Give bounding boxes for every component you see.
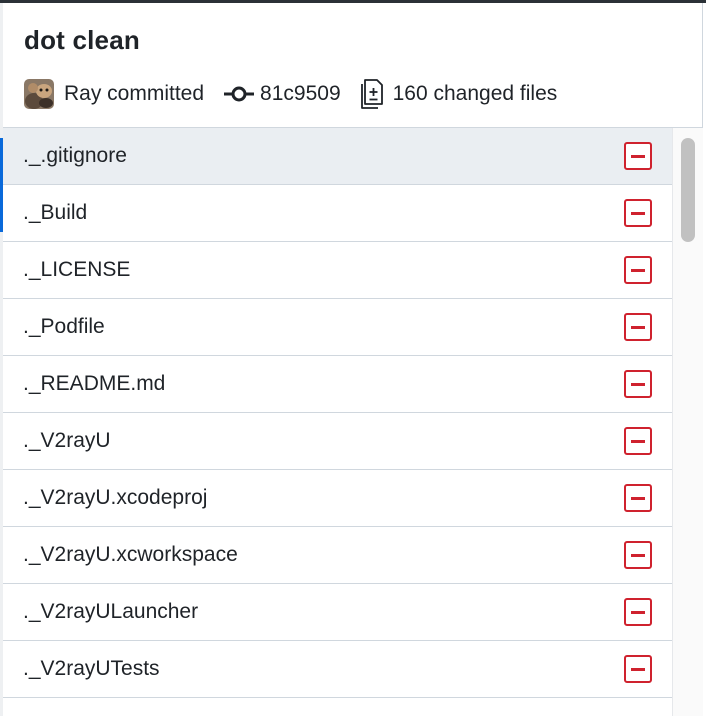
git-commit-icon xyxy=(224,86,255,102)
file-row[interactable]: ._V2rayU.xcworkspace xyxy=(3,527,672,584)
file-row[interactable]: ._Build xyxy=(3,185,672,242)
avatar[interactable] xyxy=(24,79,54,109)
file-removed-icon xyxy=(624,256,652,284)
file-name: ._V2rayUTests xyxy=(23,657,160,680)
commit-header: dot clean Ray committed 81c9509 160 chan… xyxy=(3,3,703,128)
file-name: ._README.md xyxy=(23,372,166,395)
file-row[interactable]: ._V2rayU.xcodeproj xyxy=(3,470,672,527)
file-row[interactable]: ._.gitignore xyxy=(3,128,672,185)
file-removed-icon xyxy=(624,370,652,398)
file-removed-icon xyxy=(624,142,652,170)
file-name: ._Podfile xyxy=(23,315,105,338)
file-row[interactable]: ._V2rayU xyxy=(3,413,672,470)
file-removed-icon xyxy=(624,541,652,569)
changed-files-list[interactable]: ._.gitignore ._Build ._LICENSE ._Podfile ._R… xyxy=(3,128,672,716)
commit-window: dot clean Ray committed 81c9509 160 chan… xyxy=(0,0,706,716)
file-row[interactable]: ._V2rayULauncher xyxy=(3,584,672,641)
file-name: ._Build xyxy=(23,201,88,224)
file-removed-icon xyxy=(624,427,652,455)
file-name: ._V2rayU.xcodeproj xyxy=(23,486,208,509)
file-name: ._V2rayULauncher xyxy=(23,600,199,623)
file-name: ._V2rayU xyxy=(23,429,111,452)
file-removed-icon xyxy=(624,598,652,626)
file-row[interactable]: ._README.md xyxy=(3,356,672,413)
file-name: ._LICENSE xyxy=(23,258,131,281)
changed-files-count: 160 changed files xyxy=(392,82,558,105)
commit-title: dot clean xyxy=(24,25,140,55)
commit-sha[interactable]: 81c9509 xyxy=(260,82,341,106)
file-name: ._V2rayU.xcworkspace xyxy=(23,543,238,566)
file-diff-icon xyxy=(360,79,383,109)
commit-author: Ray committed xyxy=(64,82,205,105)
commit-details-panel: dot clean Ray committed 81c9509 160 chan… xyxy=(3,3,703,716)
file-removed-icon xyxy=(624,655,652,683)
file-row[interactable]: ._LICENSE xyxy=(3,242,672,299)
file-name: ._.gitignore xyxy=(23,144,127,167)
commit-meta: Ray committed 81c9509 160 changed files xyxy=(24,77,557,111)
file-row[interactable]: ._Podfile xyxy=(3,299,672,356)
scrollbar-thumb[interactable] xyxy=(681,138,695,242)
file-removed-icon xyxy=(624,313,652,341)
file-removed-icon xyxy=(624,484,652,512)
file-row[interactable]: ._V2rayUTests xyxy=(3,641,672,698)
file-removed-icon xyxy=(624,199,652,227)
scrollbar-track[interactable] xyxy=(672,128,703,716)
